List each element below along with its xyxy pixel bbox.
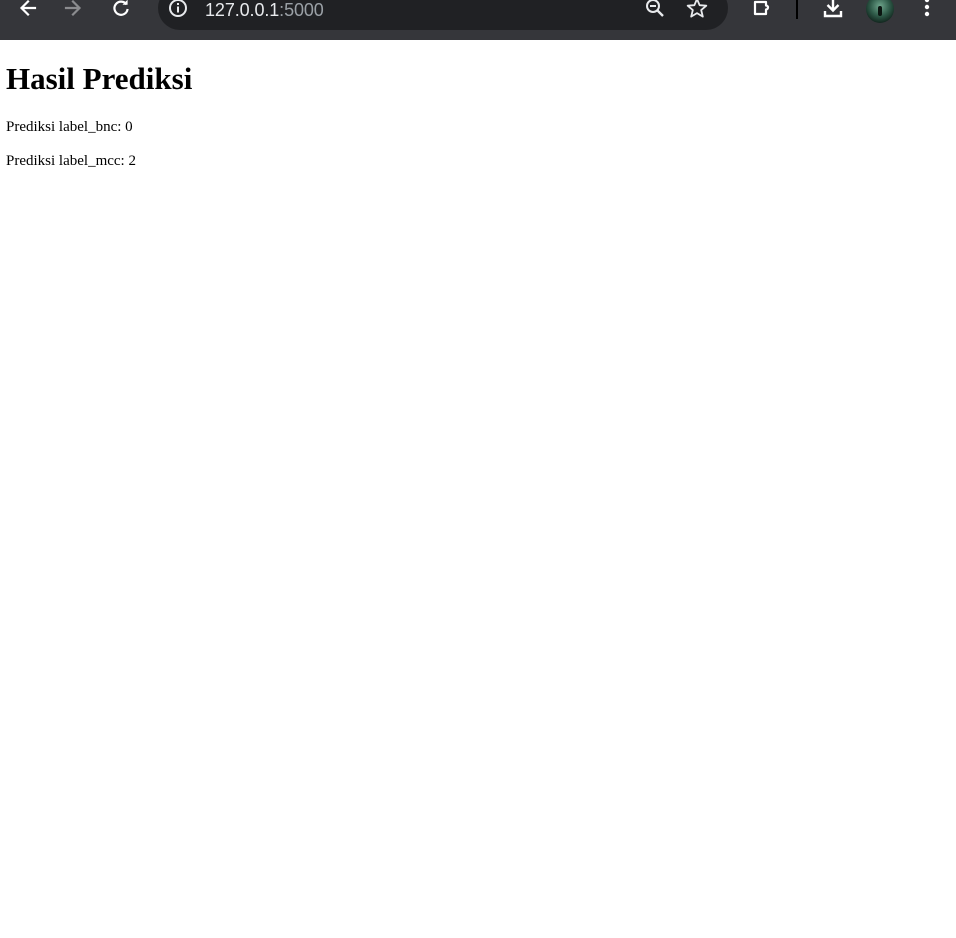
downloads-button[interactable] bbox=[819, 0, 847, 22]
toolbar-divider bbox=[796, 0, 798, 19]
site-info-button[interactable] bbox=[164, 0, 192, 22]
bookmark-button[interactable] bbox=[683, 0, 711, 22]
reload-button[interactable] bbox=[107, 0, 135, 22]
download-icon bbox=[823, 0, 843, 18]
info-icon bbox=[169, 0, 187, 17]
forward-button[interactable] bbox=[59, 0, 87, 22]
page-content: Hasil Prediksi Prediksi label_bnc: 0 Pre… bbox=[0, 40, 956, 938]
reload-icon bbox=[113, 0, 129, 16]
url-port: :5000 bbox=[279, 0, 324, 20]
arrow-left-icon bbox=[19, 0, 37, 17]
browser-toolbar: 127.0.0.1:5000 bbox=[0, 0, 956, 40]
star-icon bbox=[686, 0, 708, 18]
prediction-mcc: Prediksi label_mcc: 2 bbox=[6, 153, 136, 169]
address-bar[interactable]: 127.0.0.1:5000 bbox=[158, 0, 728, 30]
back-button[interactable] bbox=[14, 0, 42, 22]
avatar[interactable] bbox=[866, 0, 894, 23]
extensions-button[interactable] bbox=[749, 0, 777, 22]
puzzle-icon bbox=[753, 0, 770, 16]
menu-button[interactable] bbox=[913, 0, 941, 22]
arrow-right-icon bbox=[64, 0, 82, 17]
kebab-menu-icon bbox=[924, 0, 930, 17]
zoom-out-icon bbox=[646, 0, 664, 17]
zoom-button[interactable] bbox=[641, 0, 669, 22]
url-host: 127.0.0.1 bbox=[205, 0, 280, 20]
url-text[interactable]: 127.0.0.1:5000 bbox=[205, 0, 324, 20]
prediction-bnc: Prediksi label_bnc: 0 bbox=[6, 119, 133, 135]
page-title: Hasil Prediksi bbox=[6, 61, 193, 96]
